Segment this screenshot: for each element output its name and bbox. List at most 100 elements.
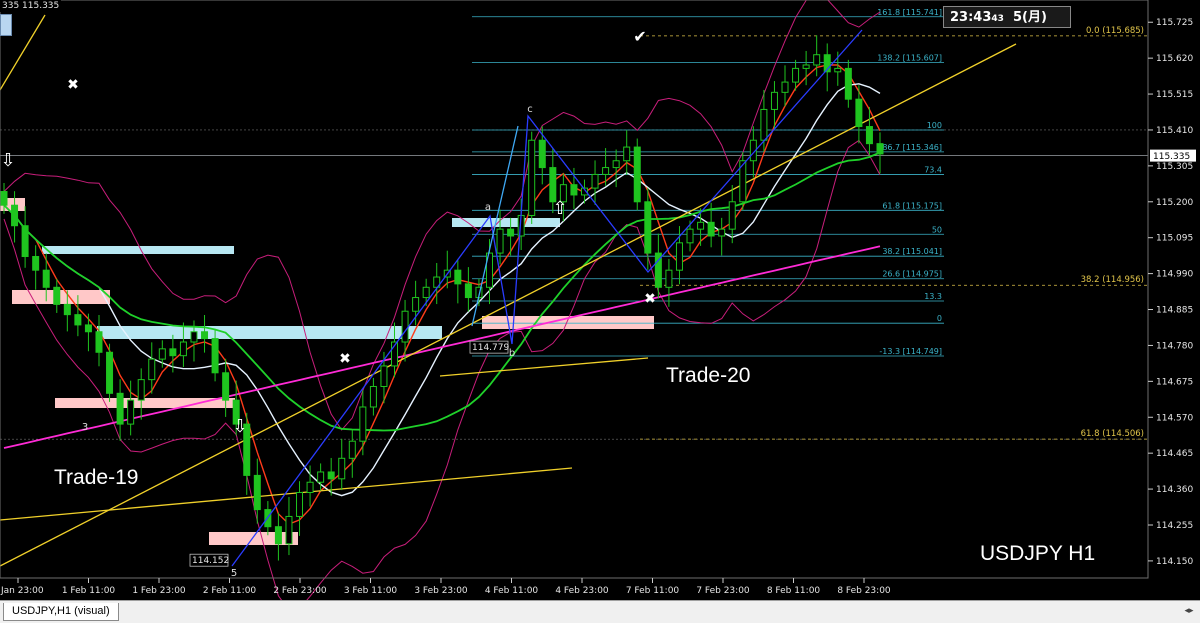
- symbol-label: USDJPY H1: [980, 542, 1095, 565]
- arrow-marker-icon: ⇩: [0, 150, 15, 171]
- fib-level-label: 73.4: [924, 165, 942, 174]
- trade-label: Trade-19: [54, 466, 138, 489]
- price-label-text: 114.779: [472, 343, 509, 353]
- supply-zone: [209, 532, 298, 545]
- candle-body: [834, 67, 842, 73]
- candle-body: [179, 341, 187, 357]
- arrow-marker-icon: ⇧: [552, 198, 567, 219]
- fib-level-label: 38.2 [115.041]: [882, 247, 942, 256]
- wave-label: 5: [231, 568, 237, 579]
- x-tick-label: 7 Feb 23:00: [696, 586, 750, 596]
- candle-body: [781, 81, 789, 93]
- x-tick-label: 2 Feb 11:00: [203, 586, 257, 596]
- fib-level-label: 161.8 [115.741]: [877, 8, 942, 17]
- candle-body: [412, 297, 420, 312]
- y-tick-label: 115.620: [1156, 54, 1193, 64]
- candle-body: [591, 173, 599, 189]
- candle-body: [380, 365, 388, 387]
- chart-tab[interactable]: USDJPY,H1 (visual): [3, 603, 119, 621]
- current-price-label: 115.335: [1153, 152, 1190, 162]
- candle-body: [697, 221, 705, 230]
- candle-body: [84, 324, 92, 333]
- candle-body: [612, 160, 620, 169]
- bollinger-bands: [3, 0, 881, 600]
- candle-body: [327, 471, 335, 480]
- fib-long-label: 0.0 (115.685): [1086, 26, 1144, 36]
- candle-body: [338, 457, 346, 480]
- candle-body: [158, 348, 166, 360]
- fib-level-label: 86.7 [115.346]: [882, 143, 942, 152]
- candle-body: [770, 91, 778, 110]
- x-marker-icon: ✖: [67, 77, 79, 93]
- candle-body: [464, 283, 472, 299]
- candle-body: [728, 201, 736, 230]
- candle-body: [137, 379, 145, 401]
- candle-body: [285, 515, 293, 545]
- demand-zone: [42, 246, 234, 254]
- chart-tab-bar: USDJPY,H1 (visual) ◂▸: [0, 600, 1200, 623]
- axes: 115.725 115.620 115.515 115.410 115.305 115.2…: [0, 0, 1196, 596]
- candle-body: [11, 204, 19, 227]
- fib-level-label: 26.6 [114.975]: [882, 270, 942, 279]
- ma-short-line: [3, 64, 881, 525]
- wave-label: a: [485, 202, 491, 213]
- candle-body: [623, 146, 631, 162]
- trendlines: [0, 14, 1017, 567]
- candle-body: [507, 228, 515, 237]
- candle-body: [317, 471, 325, 483]
- candle-body: [201, 331, 209, 340]
- arrow-marker-icon: ⇩: [232, 416, 247, 437]
- supply-zone: [12, 290, 110, 304]
- trendline: [439, 357, 649, 377]
- y-tick-label: 114.360: [1156, 485, 1193, 495]
- candle-body: [813, 54, 821, 66]
- candle-body: [369, 385, 377, 408]
- candle-body: [148, 358, 156, 381]
- x-tick-label: 1 Feb 11:00: [62, 586, 116, 596]
- candle-body: [106, 351, 114, 394]
- candle-body: [42, 269, 50, 288]
- plot-frame: [0, 0, 1149, 579]
- y-tick-label: 114.780: [1156, 341, 1193, 351]
- price-chart[interactable]: 161.8 [115.741] 138.2 [115.607] 100 86.7 [1…: [0, 0, 1200, 600]
- candle-body: [253, 474, 261, 511]
- candle-body: [401, 310, 409, 343]
- x-tick-label: 7 Feb 11:00: [626, 586, 680, 596]
- candle-body: [570, 184, 578, 196]
- candle-body: [549, 167, 557, 203]
- y-tick-label: 115.095: [1156, 234, 1193, 244]
- fib-level-label: 100: [927, 121, 942, 130]
- fib-level-label: 61.8 [115.175]: [882, 201, 942, 210]
- x-tick-label: 1 Jan 23:00: [0, 586, 44, 596]
- y-tick-label: 115.515: [1156, 90, 1193, 100]
- fib-long-label: 38.2 (114.956): [1081, 275, 1144, 285]
- candle-body: [844, 67, 852, 100]
- candle-body: [359, 406, 367, 442]
- chart-area[interactable]: 161.8 [115.741] 138.2 [115.607] 100 86.7 [1…: [0, 0, 1200, 600]
- top-left-price: 335 115.335: [0, 0, 62, 12]
- candle-body: [211, 338, 219, 374]
- y-tick-label: 114.885: [1156, 306, 1193, 316]
- clock-seconds: 43: [991, 14, 1004, 24]
- candle-body: [116, 392, 124, 425]
- x-tick-label: 2 Feb 23:00: [273, 586, 327, 596]
- ma-longest-line: [3, 245, 881, 449]
- candle-body: [95, 331, 103, 353]
- candle-body: [538, 139, 546, 169]
- x-tick-label: 3 Feb 23:00: [414, 586, 468, 596]
- fib-retracement: 161.8 [115.741] 138.2 [115.607] 100 86.7 [1…: [472, 8, 944, 357]
- one-click-panel-button[interactable]: [0, 14, 12, 36]
- candle-body: [865, 126, 873, 145]
- candle-body: [675, 242, 683, 271]
- x-marker-icon: ✖: [339, 351, 351, 367]
- annotations: a b c 3 5 Trade-19 Trade-20 USDJPY H1: [54, 104, 1095, 579]
- fib-level-label: 0: [937, 314, 942, 323]
- trade-label: Trade-20: [666, 364, 750, 387]
- scroll-right-icon[interactable]: ◂▸: [1182, 605, 1196, 617]
- candle-body: [602, 167, 610, 175]
- candle-body: [528, 139, 536, 216]
- candle-body: [169, 348, 177, 357]
- wave-label: b: [509, 348, 515, 359]
- x-tick-label: 3 Feb 11:00: [344, 586, 398, 596]
- y-tick-label: 114.255: [1156, 521, 1193, 531]
